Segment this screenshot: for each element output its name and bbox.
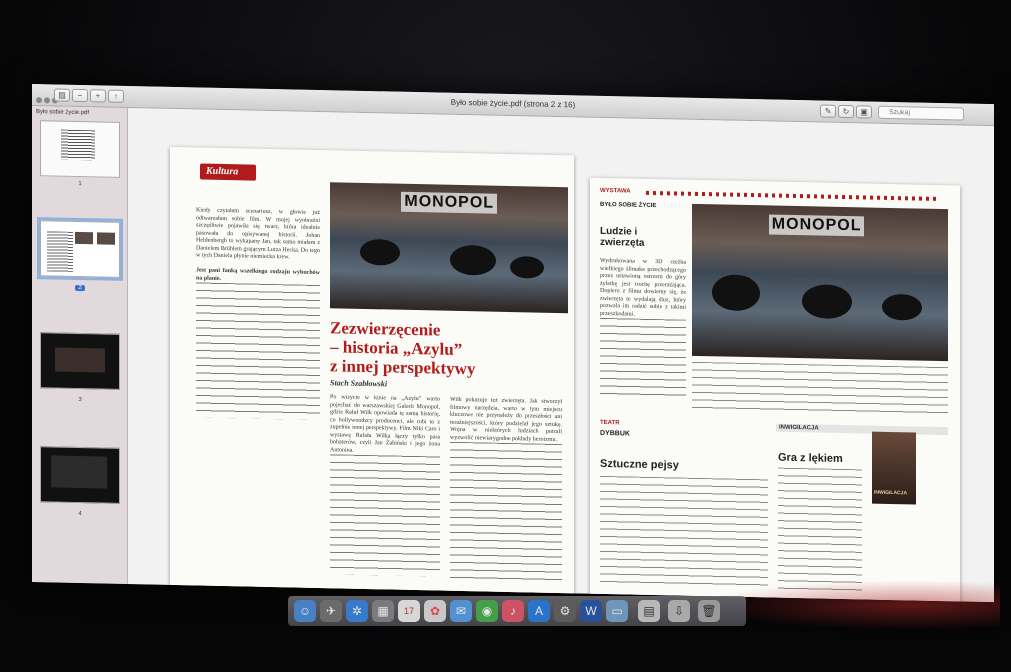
right-body-text: Wydrukowana w 3D rzeźba wielkiego ślimak… bbox=[600, 258, 686, 410]
photo-sign: MONOPOL bbox=[401, 191, 498, 214]
search-input[interactable]: Szukaj bbox=[878, 105, 964, 121]
section-surveillance: INWIGILACJA bbox=[776, 423, 948, 436]
right-kicker: BYŁO SOBIE ŻYCIE bbox=[600, 201, 657, 210]
photos-icon[interactable]: ✿ bbox=[424, 600, 446, 622]
article-headline: Zezwierzęcenie – historia „Azylu” z inne… bbox=[330, 318, 476, 379]
preview-window: ▤ − + ↑ Było sobie życie.pdf (strona 2 z… bbox=[32, 84, 994, 603]
book-review-text bbox=[778, 467, 862, 592]
dock: ☺ ✈ ✲ ▦ 17 ✿ ✉ ◉ ♪ A ⚙ W ▭ ▤ ⇩ 🗑 bbox=[288, 596, 746, 626]
rating-strip bbox=[646, 190, 936, 201]
page-number-4: 4 bbox=[78, 510, 82, 518]
finder-icon[interactable]: ☺ bbox=[294, 600, 316, 622]
messages-icon[interactable]: ✉ bbox=[450, 600, 472, 622]
book-cover: INWIGILACJA bbox=[872, 431, 916, 505]
section-theatre: TEATR bbox=[600, 419, 620, 427]
right-gallery-photo: MONOPOL bbox=[692, 203, 948, 362]
theatre-kicker: DYBBUK bbox=[600, 429, 630, 438]
page-thumbnail-4[interactable] bbox=[40, 446, 120, 504]
page-number-2: 2 bbox=[32, 284, 128, 292]
right-photo-sign: MONOPOL bbox=[768, 214, 865, 237]
launchpad-icon[interactable]: ✈ bbox=[320, 600, 342, 622]
calendar-icon[interactable]: 17 bbox=[398, 600, 420, 622]
thumbnail-sidebar: Było sobie życie.pdf 1 2 3 4 bbox=[32, 106, 128, 585]
theatre-headline: Sztuczne pejsy bbox=[600, 457, 679, 472]
page-thumbnail-3[interactable] bbox=[40, 332, 120, 390]
safari-icon[interactable]: ✲ bbox=[346, 600, 368, 622]
page-number-3: 3 bbox=[78, 396, 82, 404]
document-view[interactable]: Kultura Kiedy czytałam scenariusz, w gło… bbox=[128, 108, 994, 603]
left-page: Kultura Kiedy czytałam scenariusz, w gło… bbox=[170, 146, 574, 596]
trash-icon[interactable]: 🗑 bbox=[698, 600, 720, 622]
word-icon[interactable]: W bbox=[580, 600, 602, 622]
app-store-icon[interactable]: A bbox=[528, 600, 550, 622]
column-2-text: Po wizycie w kinie na „Azylu” warto poje… bbox=[330, 394, 440, 586]
image-app-icon[interactable]: ▭ bbox=[606, 600, 628, 622]
downloads-icon[interactable]: ⇩ bbox=[668, 600, 690, 622]
section-label: Kultura bbox=[200, 163, 256, 181]
gallery-photo: MONOPOL bbox=[330, 182, 568, 314]
document-icon[interactable]: ▤ bbox=[638, 600, 660, 622]
toolbox-icon[interactable]: ▣ bbox=[856, 105, 872, 119]
photo-of-monitor: ▤ − + ↑ Było sobie życie.pdf (strona 2 z… bbox=[0, 0, 1011, 672]
preview-icon[interactable]: ▦ bbox=[372, 600, 394, 622]
book-headline: Gra z lękiem bbox=[778, 451, 843, 465]
page-number-1: 1 bbox=[78, 180, 82, 188]
facetime-icon[interactable]: ◉ bbox=[476, 600, 498, 622]
column-3-text: Wilk pokazuje też zwierzęta. Jak stworzy… bbox=[450, 397, 562, 589]
column-1-text: Kiedy czytałam scenariusz, w głowie już … bbox=[196, 207, 320, 421]
theatre-text bbox=[600, 475, 768, 590]
interview-question: Jest pani fanką wszelkiego rodzaju wybuc… bbox=[196, 267, 320, 282]
music-icon[interactable]: ♪ bbox=[502, 600, 524, 622]
article-author: Stach Szabłowski bbox=[330, 378, 388, 389]
right-page: WYSTAWA BYŁO SOBIE ŻYCIE Ludzie i zwierz… bbox=[590, 177, 960, 603]
sidebar-document-name: Było sobie życie.pdf bbox=[36, 109, 90, 117]
right-headline: Ludzie i zwierzęta bbox=[600, 225, 645, 249]
right-page-section: WYSTAWA bbox=[600, 187, 631, 195]
markup-pen-icon[interactable]: ✎ bbox=[820, 104, 836, 118]
page-thumbnail-1[interactable] bbox=[40, 120, 120, 178]
settings-icon[interactable]: ⚙ bbox=[554, 600, 576, 622]
rotate-icon[interactable]: ↻ bbox=[838, 104, 854, 119]
page-thumbnail-2[interactable] bbox=[37, 217, 123, 281]
right-columns-text bbox=[692, 361, 948, 418]
